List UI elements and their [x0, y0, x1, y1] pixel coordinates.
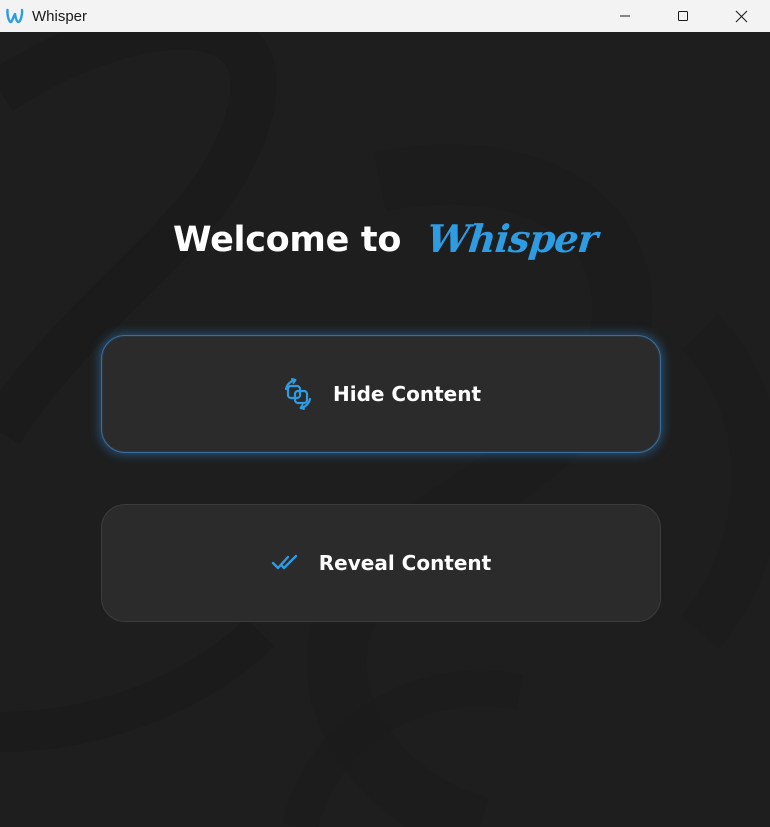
brand-logo-text: Whisper [424, 215, 600, 261]
minimize-button[interactable] [596, 0, 654, 32]
hide-content-label: Hide Content [332, 382, 482, 406]
double-check-icon [271, 553, 301, 573]
window-controls [596, 0, 770, 32]
close-icon [735, 10, 747, 22]
welcome-heading: Welcome to Whisper [0, 215, 770, 265]
app-window: Whisper Welcome to Whisper Hide Content … [0, 0, 770, 827]
transform-swap-icon [281, 377, 315, 411]
welcome-text: Welcome to [173, 220, 402, 260]
close-button[interactable] [712, 0, 770, 32]
window-title: Whisper [32, 7, 88, 25]
maximize-button[interactable] [654, 0, 712, 32]
main-content: Welcome to Whisper Hide Content Reveal C… [0, 32, 770, 827]
reveal-content-button[interactable]: Reveal Content [101, 504, 661, 622]
reveal-content-label: Reveal Content [318, 551, 492, 575]
minimize-icon [620, 15, 630, 17]
whisper-w-logo-icon [5, 6, 25, 26]
hide-content-button[interactable]: Hide Content [101, 335, 661, 453]
title-bar[interactable]: Whisper [0, 0, 770, 32]
maximize-icon [678, 11, 688, 21]
